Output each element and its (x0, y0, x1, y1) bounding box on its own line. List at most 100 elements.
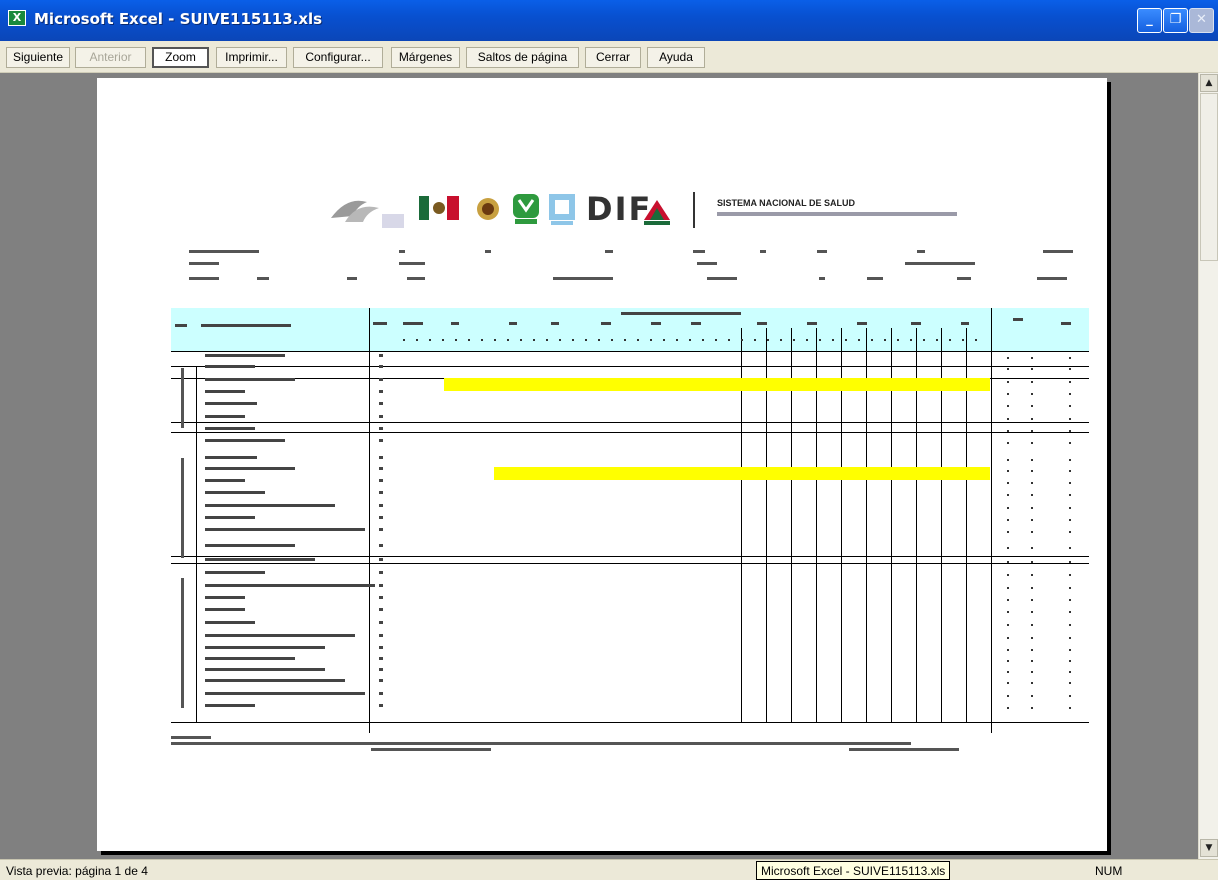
restore-button[interactable]: ❐ (1163, 8, 1188, 33)
row-marker (1007, 482, 1009, 484)
row-marker (1031, 470, 1033, 472)
header-label-blur (857, 322, 867, 325)
row-code-blur (379, 491, 383, 494)
row-marker (1069, 649, 1071, 651)
form-field-blur (553, 277, 613, 280)
report-table (171, 308, 1089, 733)
header-label-blur (601, 322, 611, 325)
row-marker (1069, 707, 1071, 709)
header-tick (858, 339, 860, 341)
row-code-blur (379, 467, 383, 470)
federal-government-logo (327, 188, 407, 232)
institution-logo-1 (419, 194, 459, 222)
close-button[interactable]: ✕ (1189, 8, 1214, 33)
num-lock-indicator: NUM (1095, 864, 1123, 878)
row-code-blur (379, 456, 383, 459)
row-marker (1031, 547, 1033, 549)
header-tick (520, 339, 522, 341)
row-marker (1007, 660, 1009, 662)
header-label-blur (551, 322, 559, 325)
header-tick (871, 339, 873, 341)
scroll-down-arrow-icon[interactable]: ▼ (1200, 839, 1218, 857)
row-marker (1031, 624, 1033, 626)
vertical-scrollbar[interactable]: ▲ ▼ (1198, 73, 1218, 859)
row-label-blur (205, 657, 295, 660)
header-tick (689, 339, 691, 341)
form-field-blur (819, 277, 825, 280)
row-marker (1007, 507, 1009, 509)
header-tick (637, 339, 639, 341)
row-marker (1007, 611, 1009, 613)
row-marker (1069, 442, 1071, 444)
header-tick (923, 339, 925, 341)
header-tick (715, 339, 717, 341)
row-label-blur (205, 456, 257, 459)
row-marker (1007, 519, 1009, 521)
row-code-blur (379, 704, 383, 707)
print-button[interactable]: Imprimir... (216, 47, 287, 68)
institution-logo-2 (475, 196, 501, 222)
preview-page: DIF SISTEMA NACIONAL DE SALUD (97, 78, 1107, 851)
header-tick (728, 339, 730, 341)
row-marker (1007, 494, 1009, 496)
row-marker (1069, 519, 1071, 521)
row-marker (1031, 368, 1033, 370)
row-marker (1031, 430, 1033, 432)
row-label-blur (205, 504, 335, 507)
title-bar[interactable]: X Microsoft Excel - SUIVE115113.xls _ ❐ … (0, 0, 1218, 41)
header-tick (481, 339, 483, 341)
scroll-thumb[interactable] (1200, 93, 1218, 261)
row-code-blur (379, 427, 383, 430)
header-tick (676, 339, 678, 341)
row-marker (1031, 649, 1033, 651)
excel-app-icon[interactable]: X (8, 10, 26, 26)
zoom-button[interactable]: Zoom (152, 47, 209, 68)
header-tick (832, 339, 834, 341)
row-code-blur (379, 378, 383, 381)
page-breaks-button[interactable]: Saltos de página (466, 47, 579, 68)
row-marker (1069, 611, 1071, 613)
row-label-blur (205, 558, 315, 561)
status-page-indicator: Vista previa: página 1 de 4 (6, 864, 148, 878)
setup-button[interactable]: Configurar... (293, 47, 383, 68)
header-tick (598, 339, 600, 341)
row-marker (1007, 561, 1009, 563)
row-label-blur (205, 704, 255, 707)
taskbar-tooltip: Microsoft Excel - SUIVE115113.xls (756, 861, 951, 880)
row-marker (1007, 707, 1009, 709)
form-field-blur (817, 250, 827, 253)
row-code-blur (379, 608, 383, 611)
next-page-button[interactable]: Siguiente (6, 47, 70, 68)
header-tick (936, 339, 938, 341)
row-marker (1031, 574, 1033, 576)
row-marker (1069, 671, 1071, 673)
row-marker (1069, 682, 1071, 684)
minimize-button[interactable]: _ (1137, 8, 1162, 33)
header-label-blur (373, 322, 387, 325)
header-tick (416, 339, 418, 341)
row-marker (1069, 430, 1071, 432)
row-label-blur (205, 571, 265, 574)
row-marker (1031, 587, 1033, 589)
previous-page-button[interactable]: Anterior (75, 47, 146, 68)
row-marker (1069, 507, 1071, 509)
footnote-blur (171, 742, 911, 745)
help-button[interactable]: Ayuda (647, 47, 705, 68)
row-code-blur (379, 571, 383, 574)
form-field-blur (760, 250, 766, 253)
row-marker (1007, 624, 1009, 626)
row-marker (1069, 531, 1071, 533)
row-code-blur (379, 657, 383, 660)
row-label-blur (205, 692, 365, 695)
row-marker (1031, 507, 1033, 509)
row-marker (1031, 660, 1033, 662)
table-vline (196, 366, 197, 722)
row-marker (1007, 405, 1009, 407)
row-code-blur (379, 528, 383, 531)
margins-button[interactable]: Márgenes (391, 47, 460, 68)
row-code-blur (379, 516, 383, 519)
row-label-blur (205, 491, 265, 494)
scroll-up-arrow-icon[interactable]: ▲ (1200, 74, 1218, 92)
row-code-blur (379, 584, 383, 587)
close-preview-button[interactable]: Cerrar (585, 47, 641, 68)
